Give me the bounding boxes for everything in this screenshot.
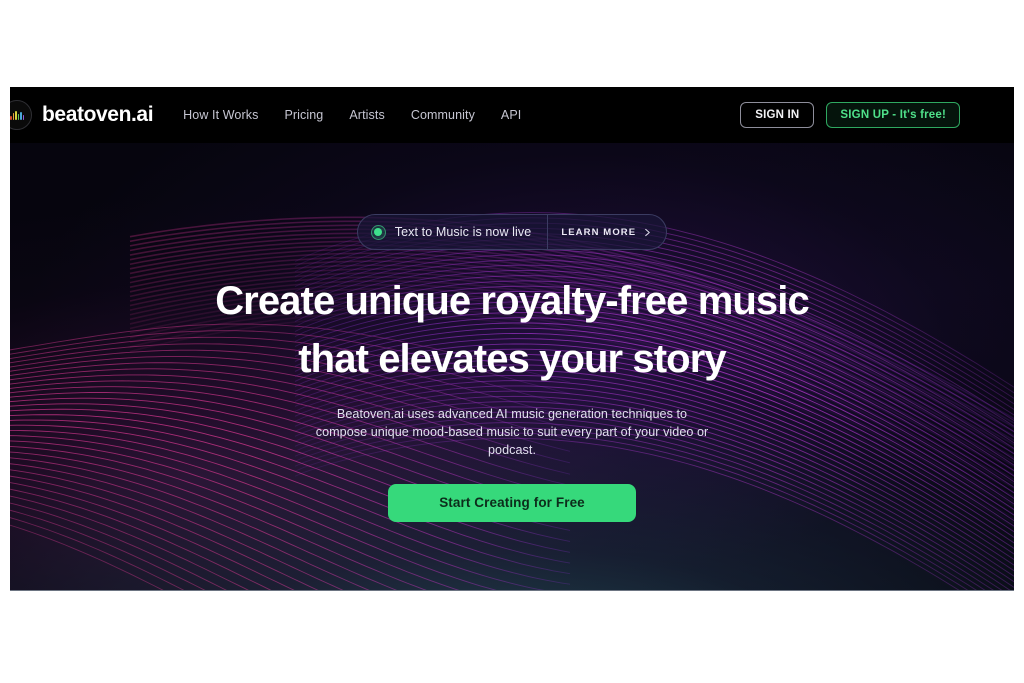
- start-creating-for-free-button[interactable]: Start Creating for Free: [388, 483, 636, 522]
- hero-subtitle: Beatoven.ai uses advanced AI music gener…: [315, 407, 709, 458]
- screenshot-canvas: beatoven.ai How It Works Pricing Artists Co…: [0, 0, 1024, 683]
- nav-link-artists[interactable]: Artists: [349, 108, 384, 122]
- announcement-text-group: Text to Music is now live: [358, 215, 548, 249]
- nav-link-pricing[interactable]: Pricing: [284, 108, 323, 122]
- headline-line-1: Create unique royalty-free music: [215, 279, 810, 323]
- page-title: Create unique royalty-free music that el…: [215, 273, 810, 388]
- headline-line-2: that elevates your story: [298, 336, 726, 381]
- beatoven-circle-logo-icon: [10, 100, 32, 130]
- learn-more-button[interactable]: LEARN MORE: [547, 215, 666, 249]
- sign-up-button[interactable]: SIGN UP - It's free!: [826, 102, 960, 128]
- nav-link-api[interactable]: API: [501, 108, 521, 122]
- sign-in-button[interactable]: SIGN IN: [740, 102, 815, 128]
- announcement-label: Text to Music is now live: [394, 225, 532, 239]
- hero-section: beatoven.ai How It Works Pricing Artists Co…: [10, 87, 1014, 591]
- nav-links: How It Works Pricing Artists Community API: [183, 108, 521, 122]
- nav-link-how-it-works[interactable]: How It Works: [183, 108, 258, 122]
- chevron-right-icon: [643, 228, 652, 237]
- learn-more-label: LEARN MORE: [561, 226, 637, 238]
- green-status-dot-icon: [370, 224, 386, 240]
- top-navigation-bar: beatoven.ai How It Works Pricing Artists Co…: [10, 87, 1014, 143]
- nav-actions: SIGN IN SIGN UP - It's free!: [740, 102, 960, 128]
- brand-logo[interactable]: beatoven.ai: [10, 100, 154, 130]
- announcement-pill[interactable]: Text to Music is now live LEARN MORE: [356, 214, 668, 250]
- nav-link-community[interactable]: Community: [411, 108, 475, 122]
- hero-content: Text to Music is now live LEARN MORE Cre…: [10, 143, 1014, 590]
- brand-name: beatoven.ai: [42, 103, 154, 126]
